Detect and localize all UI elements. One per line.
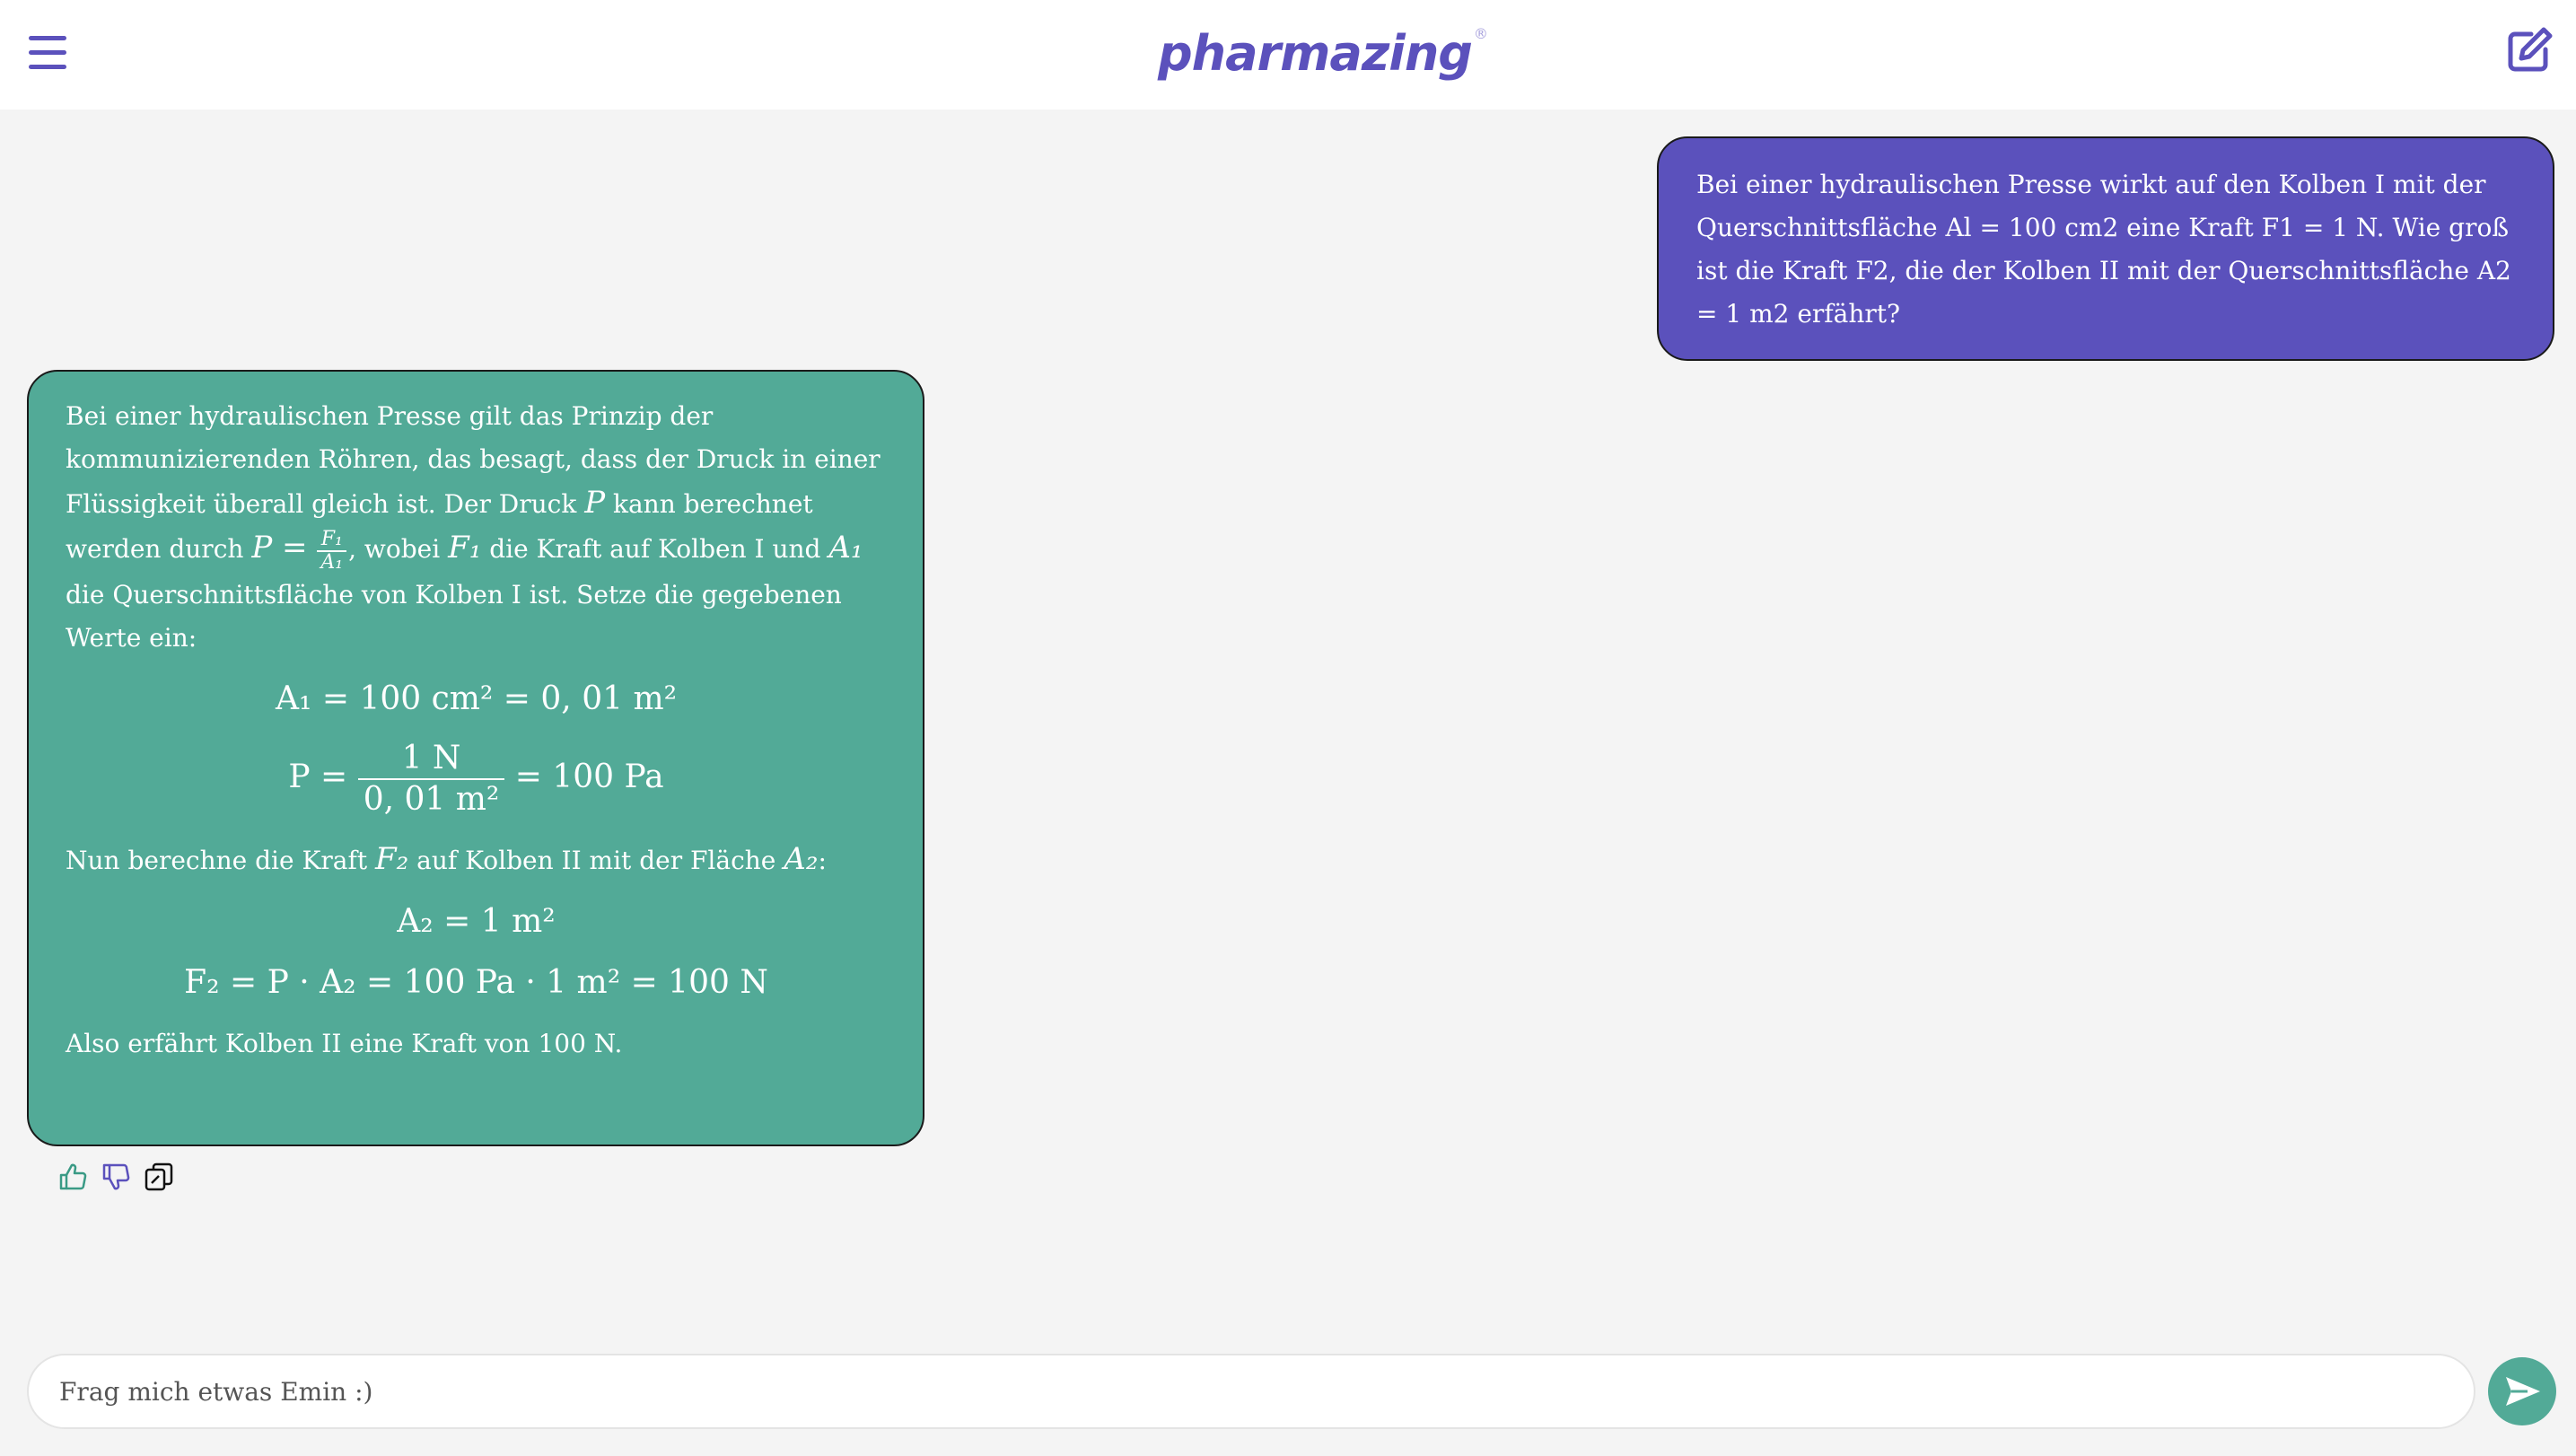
math-var-a2: A₂ — [784, 840, 819, 877]
message-composer — [27, 1354, 2475, 1429]
assistant-message: Bei einer hydraulischen Presse gilt das … — [27, 370, 924, 1146]
app-header: pharmazing ® — [0, 0, 2576, 110]
user-message: Bei einer hydraulischen Presse wirkt auf… — [1657, 136, 2554, 361]
dislike-button[interactable] — [101, 1162, 131, 1192]
equation-a1: A₁ = 100 cm² = 0, 01 m² — [275, 680, 678, 717]
math-var-f2: F₂ — [375, 840, 409, 877]
logo[interactable]: pharmazing ® — [1158, 18, 1488, 90]
edit-compose-icon — [2508, 27, 2553, 72]
user-message-text: Bei einer hydraulischen Presse wirkt auf… — [1696, 170, 2511, 329]
math-p-eq: P = — [251, 530, 308, 566]
math-var-a1: A₁ — [828, 530, 863, 566]
new-chat-button[interactable] — [2504, 25, 2554, 75]
like-button[interactable] — [57, 1162, 88, 1192]
thumbs-down-icon — [102, 1163, 130, 1190]
equation-a2: A₂ = 1 m² — [397, 902, 556, 940]
intro-paragraph: Bei einer hydraulischen Presse gilt das … — [66, 401, 881, 653]
pressure-fraction: 1 N 0, 01 m² — [357, 739, 505, 820]
registered-mark: ® — [1473, 25, 1488, 42]
conclusion-paragraph: Also erfährt Kolben II eine Kraft von 10… — [66, 1028, 623, 1058]
thumbs-up-icon — [59, 1163, 87, 1190]
menu-button[interactable] — [27, 34, 70, 72]
math-var-f1: F₁ — [448, 530, 482, 566]
middle-paragraph: Nun berechne die Kraft F₂ auf Kolben II … — [66, 840, 827, 877]
math-var-p: P — [584, 485, 606, 521]
logo-text: pharmazing — [1158, 25, 1473, 82]
message-actions — [57, 1162, 174, 1194]
math-fraction-f1-a1: F₁ A₁ — [317, 528, 347, 574]
equation-pressure: P = 1 N 0, 01 m² = 100 Pa — [288, 739, 664, 820]
send-button[interactable] — [2488, 1357, 2556, 1425]
message-input[interactable] — [57, 1364, 2445, 1418]
copy-button[interactable] — [144, 1162, 174, 1192]
equation-f2: F₂ = P · A₂ = 100 Pa · 1 m² = 100 N — [184, 963, 768, 1001]
copy-icon — [145, 1162, 173, 1191]
send-arrow-icon — [2506, 1377, 2540, 1406]
